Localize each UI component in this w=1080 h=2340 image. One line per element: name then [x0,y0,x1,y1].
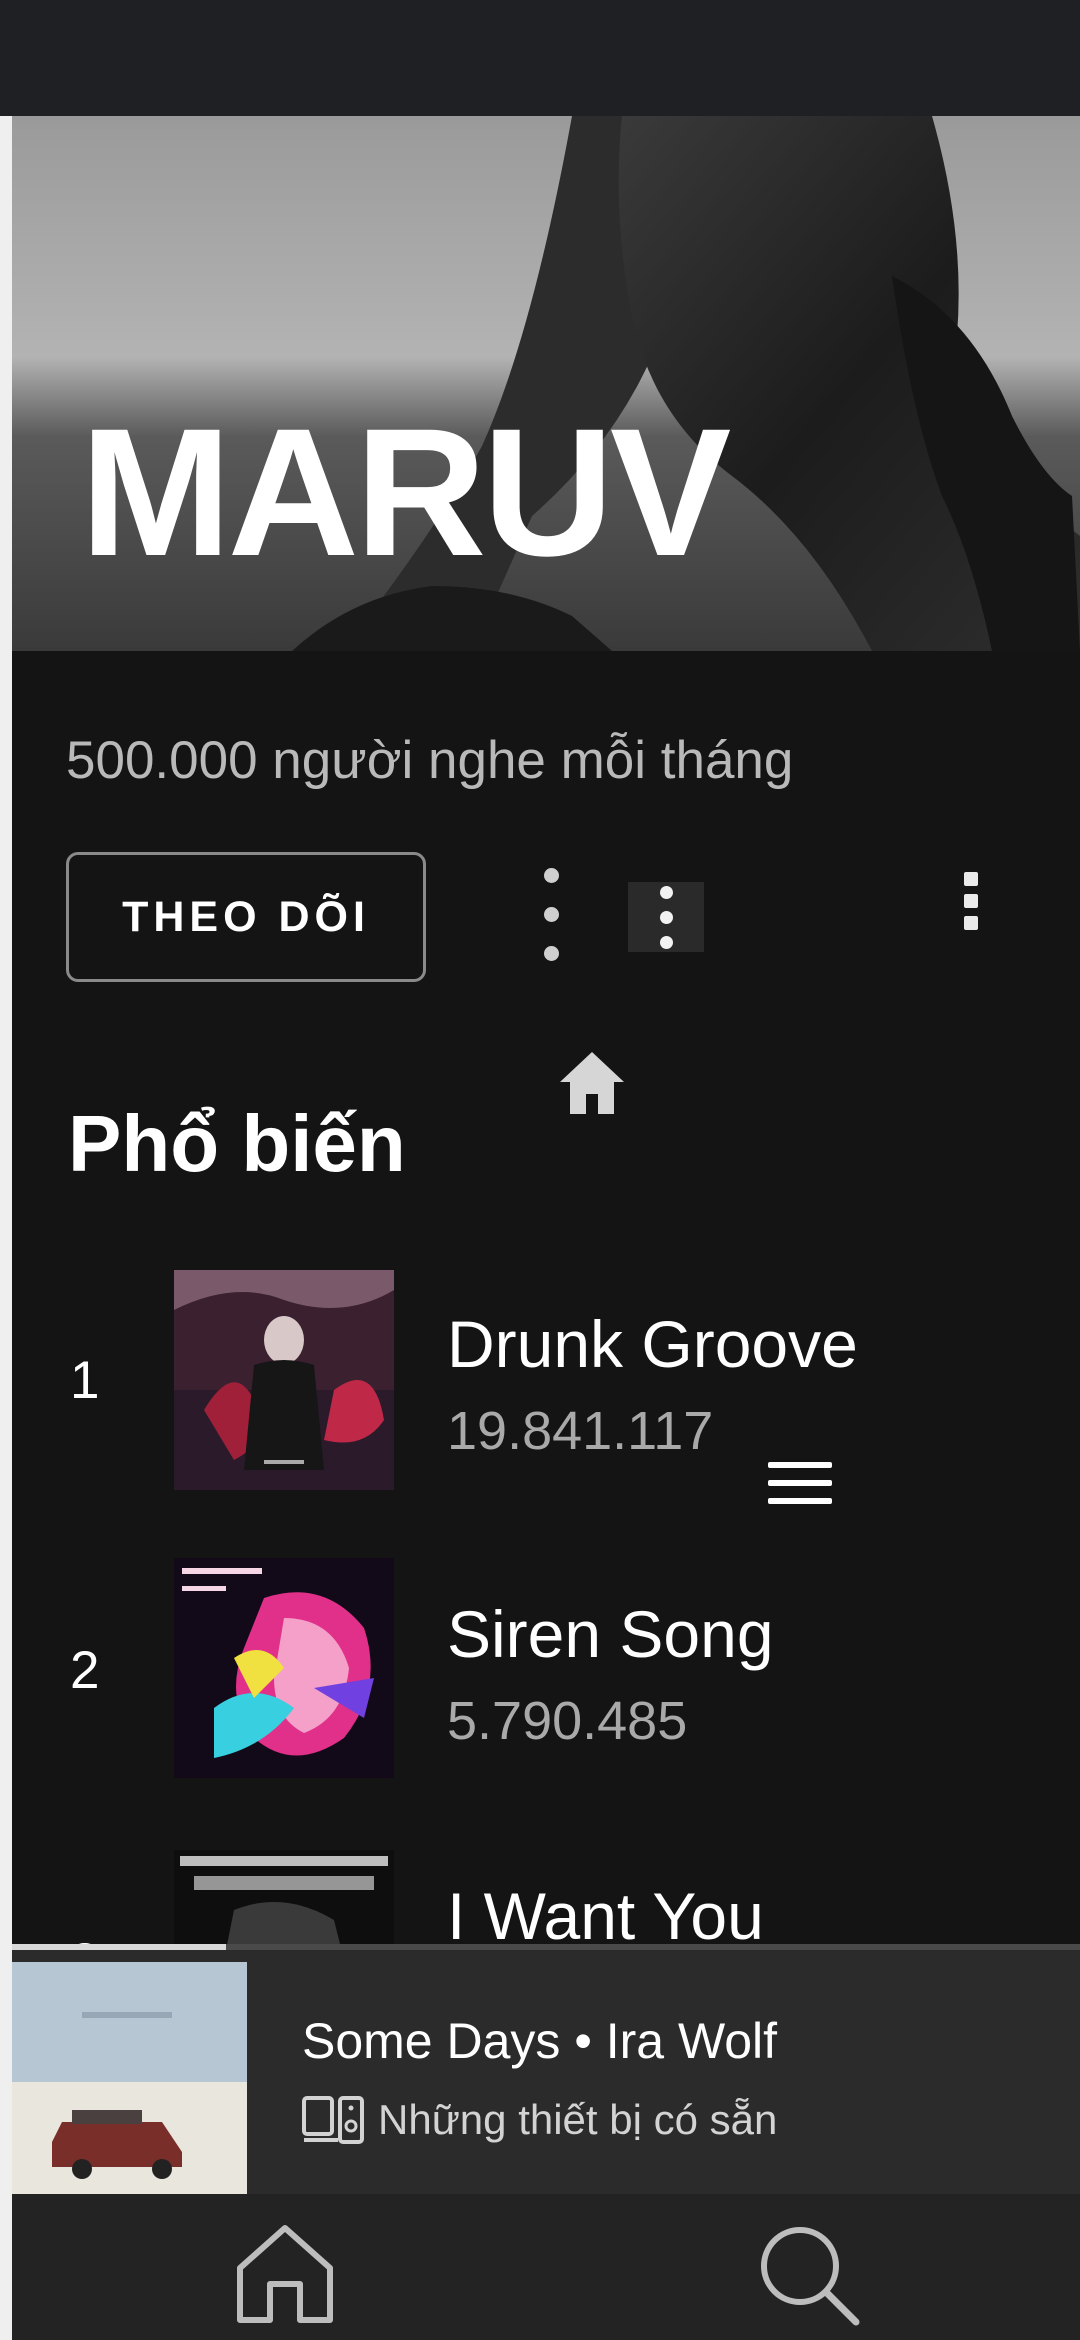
popular-section-title: Phổ biến [68,1099,406,1188]
home-icon[interactable] [556,1048,628,1120]
track-title: I Want You [447,1879,764,1953]
hamburger-menu-icon[interactable] [768,1462,832,1510]
now-playing-bar[interactable]: Some Days • Ira Wolf Những thiết bị có s… [12,1944,1080,2194]
artist-page: MARUV 500.000 người nghe mỗi tháng THEO … [0,0,1080,2340]
more-vertical-icon[interactable] [628,882,704,952]
track-title: Drunk Groove [447,1307,858,1381]
track-cover [174,1270,394,1490]
device-connect-icon [302,2096,364,2144]
status-bar [0,0,1080,116]
track-rank: 2 [70,1641,100,1700]
bottom-navigation [12,2194,1080,2340]
available-devices[interactable]: Những thiết bị có sẵn [302,2094,777,2146]
artist-name: MARUV [80,390,731,594]
search-icon[interactable] [754,2220,864,2330]
monthly-listeners: 500.000 người nghe mỗi tháng [66,731,794,790]
follow-button[interactable]: THEO DÕI [66,852,426,982]
now-playing-title: Some Days • Ira Wolf [302,2013,778,2069]
now-playing-cover [12,1962,247,2194]
track-row[interactable]: 2 Siren Song 5.790.485 [0,1556,1080,1796]
track-rank: 1 [70,1351,100,1410]
home-icon[interactable] [230,2218,340,2328]
more-vertical-icon[interactable] [964,872,978,930]
available-devices-label: Những thiết bị có sẵn [378,2096,778,2143]
now-playing-progress [12,1944,226,1950]
track-row[interactable]: 1 Drunk Groove 19.841.117 [0,1266,1080,1506]
track-title: Siren Song [447,1597,774,1671]
artist-hero: MARUV [12,116,1080,651]
more-vertical-icon[interactable] [544,868,559,961]
track-cover [174,1558,394,1778]
track-play-count: 5.790.485 [447,1691,688,1751]
track-play-count: 19.841.117 [447,1401,714,1461]
